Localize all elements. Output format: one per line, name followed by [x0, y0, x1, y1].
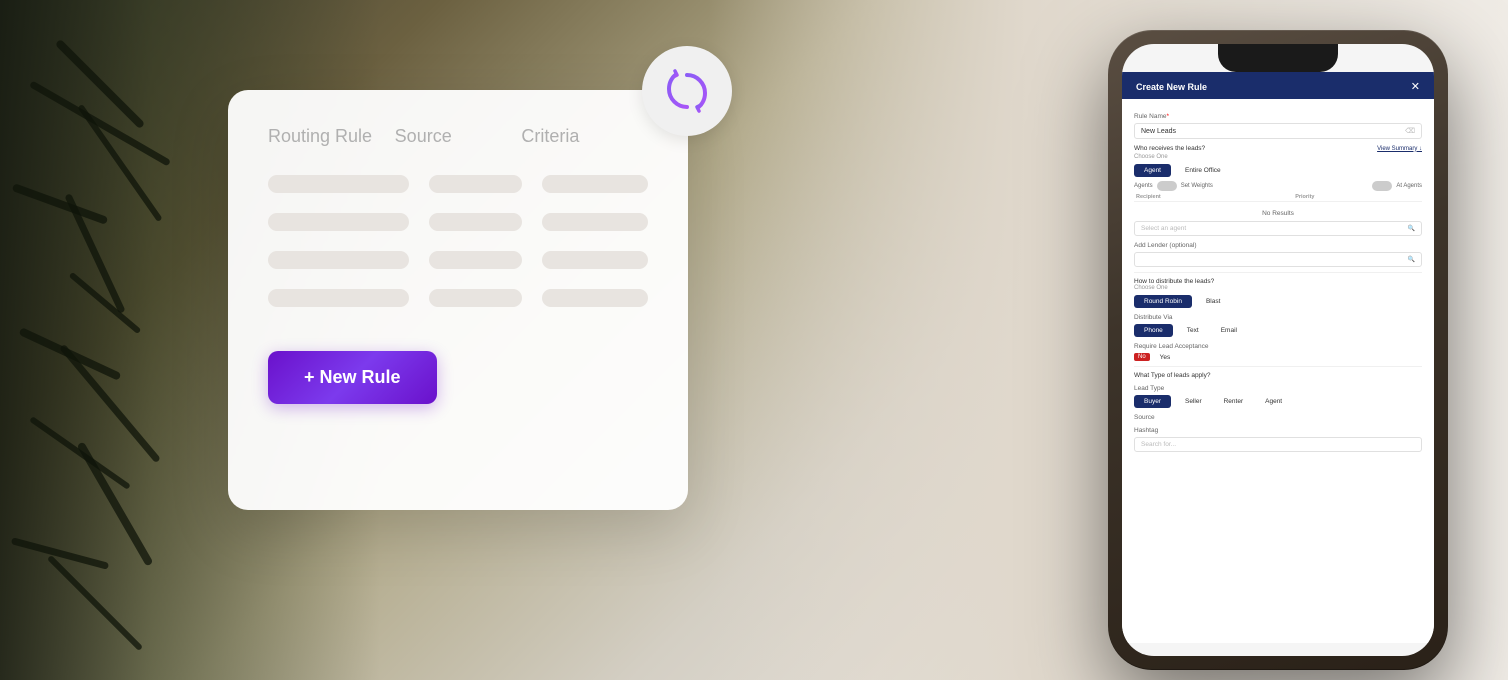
priority-header: Priority: [1293, 193, 1422, 202]
add-lender-input[interactable]: 🔍: [1134, 252, 1422, 267]
leaf-decoration: [29, 80, 171, 166]
skeleton-bar: [542, 251, 648, 269]
agents-table: Recipient Priority: [1134, 193, 1422, 202]
card-table-header: Routing Rule Source Criteria: [268, 126, 648, 147]
new-rule-button[interactable]: + New Rule: [268, 351, 437, 404]
set-weights-toggle[interactable]: [1157, 181, 1177, 191]
no-tag[interactable]: No: [1134, 353, 1150, 361]
criteria-col-header: Criteria: [521, 126, 648, 147]
round-robin-button[interactable]: Round Robin: [1134, 295, 1192, 308]
rule-name-label: Rule Name*: [1134, 113, 1422, 120]
phone-mockup: Create New Rule ✕ Rule Name* New Leads ⌫: [1108, 30, 1448, 670]
leaf-decoration: [47, 555, 143, 651]
skeleton-bar: [268, 251, 409, 269]
routing-rule-col-header: Routing Rule: [268, 126, 395, 147]
at-agents-toggle[interactable]: [1372, 181, 1392, 191]
renter-label: Renter: [1216, 395, 1252, 408]
search-for-placeholder: Search for...: [1141, 441, 1176, 448]
entire-office-label: Entire Office: [1177, 164, 1229, 177]
agent-label: Agent: [1257, 395, 1290, 408]
lead-type-section: What Type of leads apply?: [1134, 372, 1422, 379]
phone-outer-shell: Create New Rule ✕ Rule Name* New Leads ⌫: [1108, 30, 1448, 670]
who-receives-label: Who receives the leads?: [1134, 145, 1205, 152]
skeleton-row: [268, 289, 648, 307]
agents-label: Agents: [1134, 183, 1153, 189]
hashtag-label: Hashtag: [1134, 427, 1422, 434]
agent-office-btn-group: Agent Entire Office: [1134, 164, 1422, 177]
modal-close-button[interactable]: ✕: [1411, 80, 1420, 93]
skeleton-bar: [429, 289, 523, 307]
modal-header: Create New Rule ✕: [1122, 72, 1434, 99]
phone-screen-container: Create New Rule ✕ Rule Name* New Leads ⌫: [1122, 44, 1434, 656]
skeleton-bar: [429, 213, 523, 231]
choose-one-label: Choose One: [1134, 154, 1422, 160]
skeleton-row: [268, 175, 648, 193]
who-receives-section: Who receives the leads? View Summary ↓: [1134, 145, 1422, 152]
routing-rules-card: Routing Rule Source Criteria + New Rule: [228, 90, 688, 510]
distribute-label: How to distribute the leads?: [1134, 278, 1422, 285]
seller-label: Seller: [1177, 395, 1210, 408]
divider: [1134, 272, 1422, 273]
view-summary-link[interactable]: View Summary ↓: [1377, 146, 1422, 152]
divider-2: [1134, 366, 1422, 367]
skeleton-bar: [268, 289, 409, 307]
skeleton-bar: [429, 251, 523, 269]
choose-one-label-2: Choose One: [1134, 285, 1422, 291]
leaf-decoration: [12, 183, 109, 225]
phone-screen: Create New Rule ✕ Rule Name* New Leads ⌫: [1122, 44, 1434, 656]
modal-body: Rule Name* New Leads ⌫ Who receives the …: [1122, 99, 1434, 643]
select-agent-placeholder: Select an agent: [1141, 225, 1186, 232]
skeleton-bar: [268, 175, 409, 193]
source-col-header: Source: [395, 126, 522, 147]
distribute-via-btn-group: Phone Text Email: [1134, 324, 1422, 337]
search-for-input[interactable]: Search for...: [1134, 437, 1422, 452]
distribute-via-label: Distribute Via: [1134, 314, 1422, 321]
search-icon: 🔍: [1408, 225, 1415, 232]
source-label: Source: [1134, 414, 1422, 421]
add-lender-label: Add Lender (optional): [1134, 242, 1422, 249]
leaf-decoration: [55, 39, 146, 130]
phone-button[interactable]: Phone: [1134, 324, 1173, 337]
skeleton-row: [268, 251, 648, 269]
require-acceptance-label: Require Lead Acceptance: [1134, 343, 1422, 350]
skeleton-bar: [268, 213, 409, 231]
no-results-label: No Results: [1134, 206, 1422, 221]
set-weights-label: Set Weights: [1181, 183, 1213, 189]
buyer-button[interactable]: Buyer: [1134, 395, 1171, 408]
email-label: Email: [1213, 324, 1245, 337]
refresh-icon: [663, 67, 711, 115]
agent-button[interactable]: Agent: [1134, 164, 1171, 177]
lead-type-btn-group: Buyer Seller Renter Agent: [1134, 395, 1422, 408]
phone-notch: [1218, 44, 1338, 72]
text-label: Text: [1179, 324, 1207, 337]
skeleton-bar: [542, 289, 648, 307]
leaf-decoration: [77, 441, 154, 566]
refresh-icon-circle[interactable]: [642, 46, 732, 136]
blast-label: Blast: [1198, 295, 1228, 308]
acceptance-btn-group: No Yes: [1134, 353, 1422, 361]
skeleton-bar: [429, 175, 523, 193]
yes-label[interactable]: Yes: [1160, 354, 1171, 361]
leaf-decoration: [77, 104, 162, 222]
skeleton-bar: [542, 213, 648, 231]
skeleton-row: [268, 213, 648, 231]
lender-search-icon: 🔍: [1408, 256, 1415, 263]
skeleton-bar: [542, 175, 648, 193]
recipient-header: Recipient: [1134, 193, 1293, 202]
at-agents-label: At Agents: [1396, 183, 1422, 189]
lead-type-label: Lead Type: [1134, 385, 1422, 392]
distribution-btn-group: Round Robin Blast: [1134, 295, 1422, 308]
rule-name-input[interactable]: New Leads ⌫: [1134, 123, 1422, 139]
select-agent-input[interactable]: Select an agent 🔍: [1134, 221, 1422, 236]
modal-title: Create New Rule: [1136, 82, 1207, 92]
agents-section-row: Agents Set Weights At Agents: [1134, 181, 1422, 191]
